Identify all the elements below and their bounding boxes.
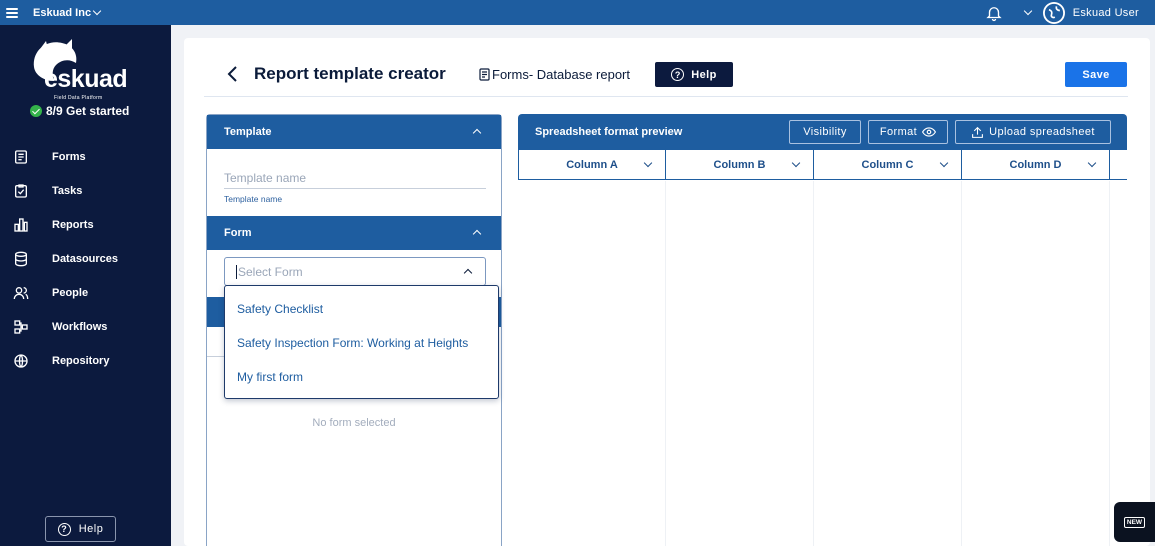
sidebar: eskuad Field Data Platform 8/9 Get start… (0, 25, 171, 546)
page-title: Report template creator (254, 64, 446, 83)
reports-icon (12, 216, 30, 234)
globe-avatar-icon (1044, 3, 1063, 22)
help-label: Help (78, 523, 104, 535)
visibility-label: Visibility (803, 126, 847, 138)
select-form-dropdown[interactable]: Select Form (224, 257, 486, 286)
form-section-title: Form (224, 227, 252, 239)
people-icon (12, 284, 30, 302)
column-grid-line (813, 181, 814, 546)
chevron-down-icon (643, 158, 653, 168)
preview-header: Spreadsheet format preview Visibility Fo… (518, 114, 1127, 150)
help-circle-icon: ? (671, 68, 685, 81)
help-button[interactable]: ? Help (655, 62, 733, 87)
workflow-icon (12, 318, 30, 336)
column-grid-line (665, 181, 666, 546)
chevron-down-icon (1087, 158, 1097, 168)
header-divider (204, 96, 1128, 97)
chevron-down-icon (791, 158, 801, 168)
menu-icon[interactable] (6, 7, 18, 18)
sidebar-item-reports[interactable]: Reports (0, 208, 171, 242)
column-label: Column D (1009, 159, 1062, 171)
format-button[interactable]: Format (868, 120, 948, 144)
tasks-icon (12, 182, 30, 200)
logo-subtitle: Field Data Platform (54, 95, 103, 101)
column-header[interactable]: Column B (666, 150, 814, 180)
template-section-header[interactable]: Template (207, 115, 501, 149)
sidebar-item-label: Workflows (52, 321, 108, 333)
sidebar-item-tasks[interactable]: Tasks (0, 174, 171, 208)
org-name: Eskuad Inc (33, 6, 92, 19)
sidebar-item-label: Reports (52, 219, 94, 231)
chevron-up-icon (472, 128, 482, 138)
template-name-helper: Template name (224, 194, 283, 204)
column-header[interactable]: Column D (962, 150, 1110, 180)
sidebar-item-label: Datasources (52, 253, 119, 265)
column-grid-line (961, 181, 962, 546)
chevron-up-icon (472, 229, 482, 239)
back-arrow-icon[interactable] (226, 66, 238, 82)
sidebar-item-label: Tasks (52, 185, 83, 197)
sidebar-item-forms[interactable]: Forms (0, 140, 171, 174)
select-form-placeholder: Select Form (238, 264, 303, 279)
chevron-up-icon (463, 268, 473, 278)
form-option[interactable]: Safety Inspection Form: Working at Heigh… (225, 326, 498, 360)
upload-icon (972, 126, 984, 138)
sidebar-item-label: Forms (52, 151, 86, 163)
eye-icon (922, 127, 937, 137)
report-type-label: Forms- Database report (492, 67, 630, 82)
text-cursor (236, 264, 237, 279)
form-section-header[interactable]: Form (207, 216, 501, 250)
preview-title: Spreadsheet format preview (535, 126, 683, 138)
database-icon (12, 250, 30, 268)
chevron-down-icon (92, 6, 102, 16)
avatar[interactable] (1042, 1, 1065, 24)
check-circle-icon (30, 105, 42, 117)
column-label: Column C (861, 159, 914, 171)
column-grid-line (1109, 181, 1110, 546)
org-switcher[interactable]: Eskuad Inc (33, 6, 102, 19)
new-badge-label: NEW (1123, 516, 1146, 528)
help-circle-icon: ? (57, 522, 71, 536)
sidebar-nav: Forms Tasks Reports Datasources People W… (0, 140, 171, 378)
get-started-progress[interactable]: 8/9 Get started (30, 104, 129, 118)
sidebar-item-repository[interactable]: Repository (0, 344, 171, 378)
format-label: Format (879, 126, 918, 138)
sidebar-item-datasources[interactable]: Datasources (0, 242, 171, 276)
upload-spreadsheet-button[interactable]: Upload spreadsheet (955, 120, 1111, 144)
spreadsheet-preview: Spreadsheet format preview Visibility Fo… (518, 114, 1127, 546)
user-name[interactable]: Eskuad User (1073, 7, 1139, 19)
no-form-message: No form selected (312, 417, 396, 429)
logo-text: eskuad (44, 65, 128, 93)
form-option[interactable]: My first form (225, 360, 498, 394)
account-chevron-icon[interactable] (1023, 6, 1032, 16)
save-button[interactable]: Save (1065, 62, 1127, 87)
top-bar: Eskuad Inc Eskuad User (0, 0, 1155, 25)
help-label: Help (691, 68, 717, 81)
globe-icon (12, 352, 30, 370)
column-label: Column B (713, 159, 766, 171)
upload-label: Upload spreadsheet (989, 126, 1095, 138)
new-features-button[interactable]: NEW (1114, 502, 1155, 542)
template-name-input[interactable] (224, 167, 486, 189)
sidebar-item-label: Repository (52, 355, 110, 367)
visibility-button[interactable]: Visibility (789, 120, 861, 144)
get-started-label: 8/9 Get started (46, 104, 130, 118)
column-header-row: Column A Column B Column C Column D (518, 150, 1127, 180)
document-icon (479, 68, 490, 81)
column-header[interactable]: Column A (518, 150, 666, 180)
sidebar-help-button[interactable]: ? Help (45, 516, 116, 542)
forms-icon (12, 148, 30, 166)
chevron-down-icon (939, 158, 949, 168)
sidebar-item-label: People (52, 287, 89, 299)
form-options-list: Safety Checklist Safety Inspection Form:… (224, 285, 499, 399)
sidebar-item-workflows[interactable]: Workflows (0, 310, 171, 344)
form-option[interactable]: Safety Checklist (225, 292, 498, 326)
section-divider (207, 327, 225, 357)
template-section-title: Template (224, 126, 272, 138)
sidebar-item-people[interactable]: People (0, 276, 171, 310)
column-label: Column A (566, 159, 618, 171)
bell-icon[interactable] (985, 4, 1003, 22)
column-header[interactable]: Column C (814, 150, 962, 180)
